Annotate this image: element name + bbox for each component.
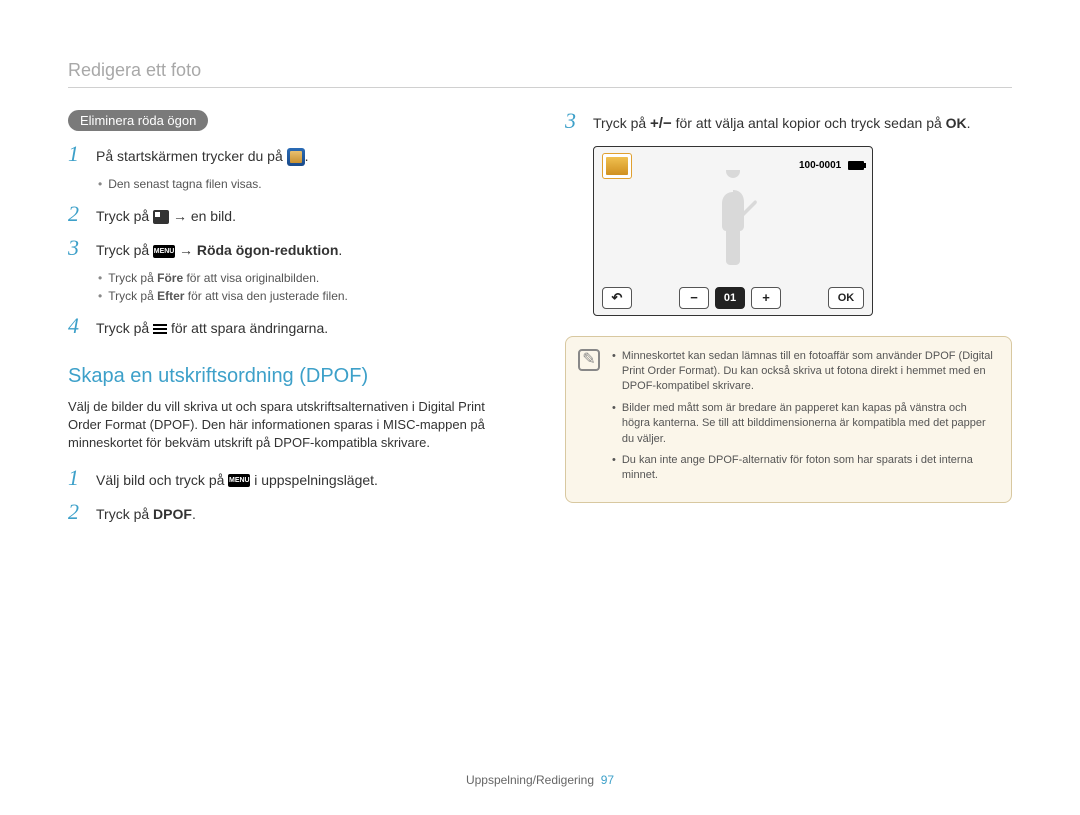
text: Tryck på	[96, 320, 153, 336]
text: för att välja antal kopior och tryck sed…	[672, 115, 946, 131]
step-number: 2	[68, 203, 86, 225]
arrow-icon: → en bild.	[173, 208, 236, 224]
page-title: Redigera ett foto	[68, 60, 1012, 88]
step-number: 2	[68, 501, 86, 523]
text: .	[192, 506, 196, 522]
minus-button[interactable]: −	[679, 287, 709, 309]
back-button[interactable]: ↶	[602, 287, 632, 309]
text: Välj bild och tryck på	[96, 472, 228, 488]
screen-thumbnail-icon	[602, 153, 632, 179]
step-text: Tryck på +/− för att välja antal kopior …	[593, 110, 971, 136]
text: .	[967, 115, 971, 131]
step-text: Tryck på DPOF.	[96, 501, 196, 525]
text: .	[338, 242, 342, 258]
text: Tryck på	[96, 208, 153, 224]
step-4: 4 Tryck på för att spara ändringarna.	[68, 315, 515, 339]
step-number: 1	[68, 467, 86, 489]
text: för att visa originalbilden.	[183, 271, 319, 285]
footer: Uppspelning/Redigering 97	[0, 773, 1080, 787]
text: .	[305, 148, 309, 164]
text: Bilder med mått som är bredare än papper…	[622, 401, 997, 447]
copy-count: 01	[715, 287, 745, 309]
note-item: Bilder med mått som är bredare än papper…	[612, 401, 997, 447]
text: Tryck på	[593, 115, 650, 131]
text: i uppspelningsläget.	[254, 472, 378, 488]
step-text: Välj bild och tryck på MENU i uppspelnin…	[96, 467, 378, 491]
plus-button[interactable]: +	[751, 287, 781, 309]
step-2: 2 Tryck på → en bild.	[68, 203, 515, 227]
menu-icon: MENU	[228, 474, 250, 487]
substep: Tryck på Före för att visa originalbilde…	[98, 271, 515, 285]
text: Tryck på	[96, 506, 153, 522]
step-number: 3	[68, 237, 86, 259]
note-box: ✎ Minneskortet kan sedan lämnas till en …	[565, 336, 1012, 503]
left-column: Eliminera röda ögon 1 På startskärmen tr…	[68, 110, 515, 535]
step-number: 1	[68, 143, 86, 165]
camera-screen: 100-0001 ↶ − 01 + OK	[593, 146, 873, 316]
image-editor-icon	[287, 148, 305, 166]
step-number: 3	[565, 110, 583, 132]
substep: Tryck på Efter för att visa den justerad…	[98, 289, 515, 303]
text: för att spara ändringarna.	[171, 320, 328, 336]
step-text: Tryck på för att spara ändringarna.	[96, 315, 328, 339]
text: Tryck på	[108, 289, 157, 303]
text: Du kan inte ange DPOF-alternativ för fot…	[622, 453, 997, 484]
text: Den senast tagna filen visas.	[108, 177, 261, 191]
footer-page-number: 97	[601, 773, 614, 787]
text-bold: Före	[157, 271, 183, 285]
ok-text: OK	[946, 115, 967, 131]
dpof-step-2: 2 Tryck på DPOF.	[68, 501, 515, 525]
person-silhouette-icon	[703, 170, 763, 270]
text-bold: → Röda ögon-reduktion	[179, 242, 338, 258]
text-bold: DPOF	[153, 506, 192, 522]
section-title-dpof: Skapa en utskriftsordning (DPOF)	[68, 365, 515, 388]
text: På startskärmen trycker du på	[96, 148, 287, 164]
step-3: 3 Tryck på MENU → Röda ögon-reduktion.	[68, 237, 515, 261]
text: för att visa den justerade filen.	[184, 289, 347, 303]
thumbnail-icon	[153, 210, 169, 224]
substep: Den senast tagna filen visas.	[98, 177, 515, 191]
save-icon	[153, 322, 167, 336]
plus-minus-icon: +/−	[650, 115, 672, 132]
battery-icon	[848, 161, 864, 170]
step-number: 4	[68, 315, 86, 337]
note-item: Du kan inte ange DPOF-alternativ för fot…	[612, 453, 997, 484]
step-1: 1 På startskärmen trycker du på .	[68, 143, 515, 167]
file-counter: 100-0001	[799, 160, 841, 171]
note-item: Minneskortet kan sedan lämnas till en fo…	[612, 349, 997, 395]
text-bold: Efter	[157, 289, 184, 303]
dpof-step-3: 3 Tryck på +/− för att välja antal kopio…	[565, 110, 1012, 136]
right-column: 3 Tryck på +/− för att välja antal kopio…	[565, 110, 1012, 535]
footer-section: Uppspelning/Redigering	[466, 773, 594, 787]
note-icon: ✎	[578, 349, 600, 371]
pill-red-eye: Eliminera röda ögon	[68, 110, 208, 131]
step-text: Tryck på → en bild.	[96, 203, 236, 227]
text: Tryck på	[96, 242, 153, 258]
section-desc: Välj de bilder du vill skriva ut och spa…	[68, 398, 515, 453]
step-text: På startskärmen trycker du på .	[96, 143, 309, 167]
text: Tryck på	[108, 271, 157, 285]
dpof-step-1: 1 Välj bild och tryck på MENU i uppspeln…	[68, 467, 515, 491]
step-text: Tryck på MENU → Röda ögon-reduktion.	[96, 237, 342, 261]
menu-icon: MENU	[153, 245, 175, 258]
text: Minneskortet kan sedan lämnas till en fo…	[622, 349, 997, 395]
ok-button[interactable]: OK	[828, 287, 864, 309]
